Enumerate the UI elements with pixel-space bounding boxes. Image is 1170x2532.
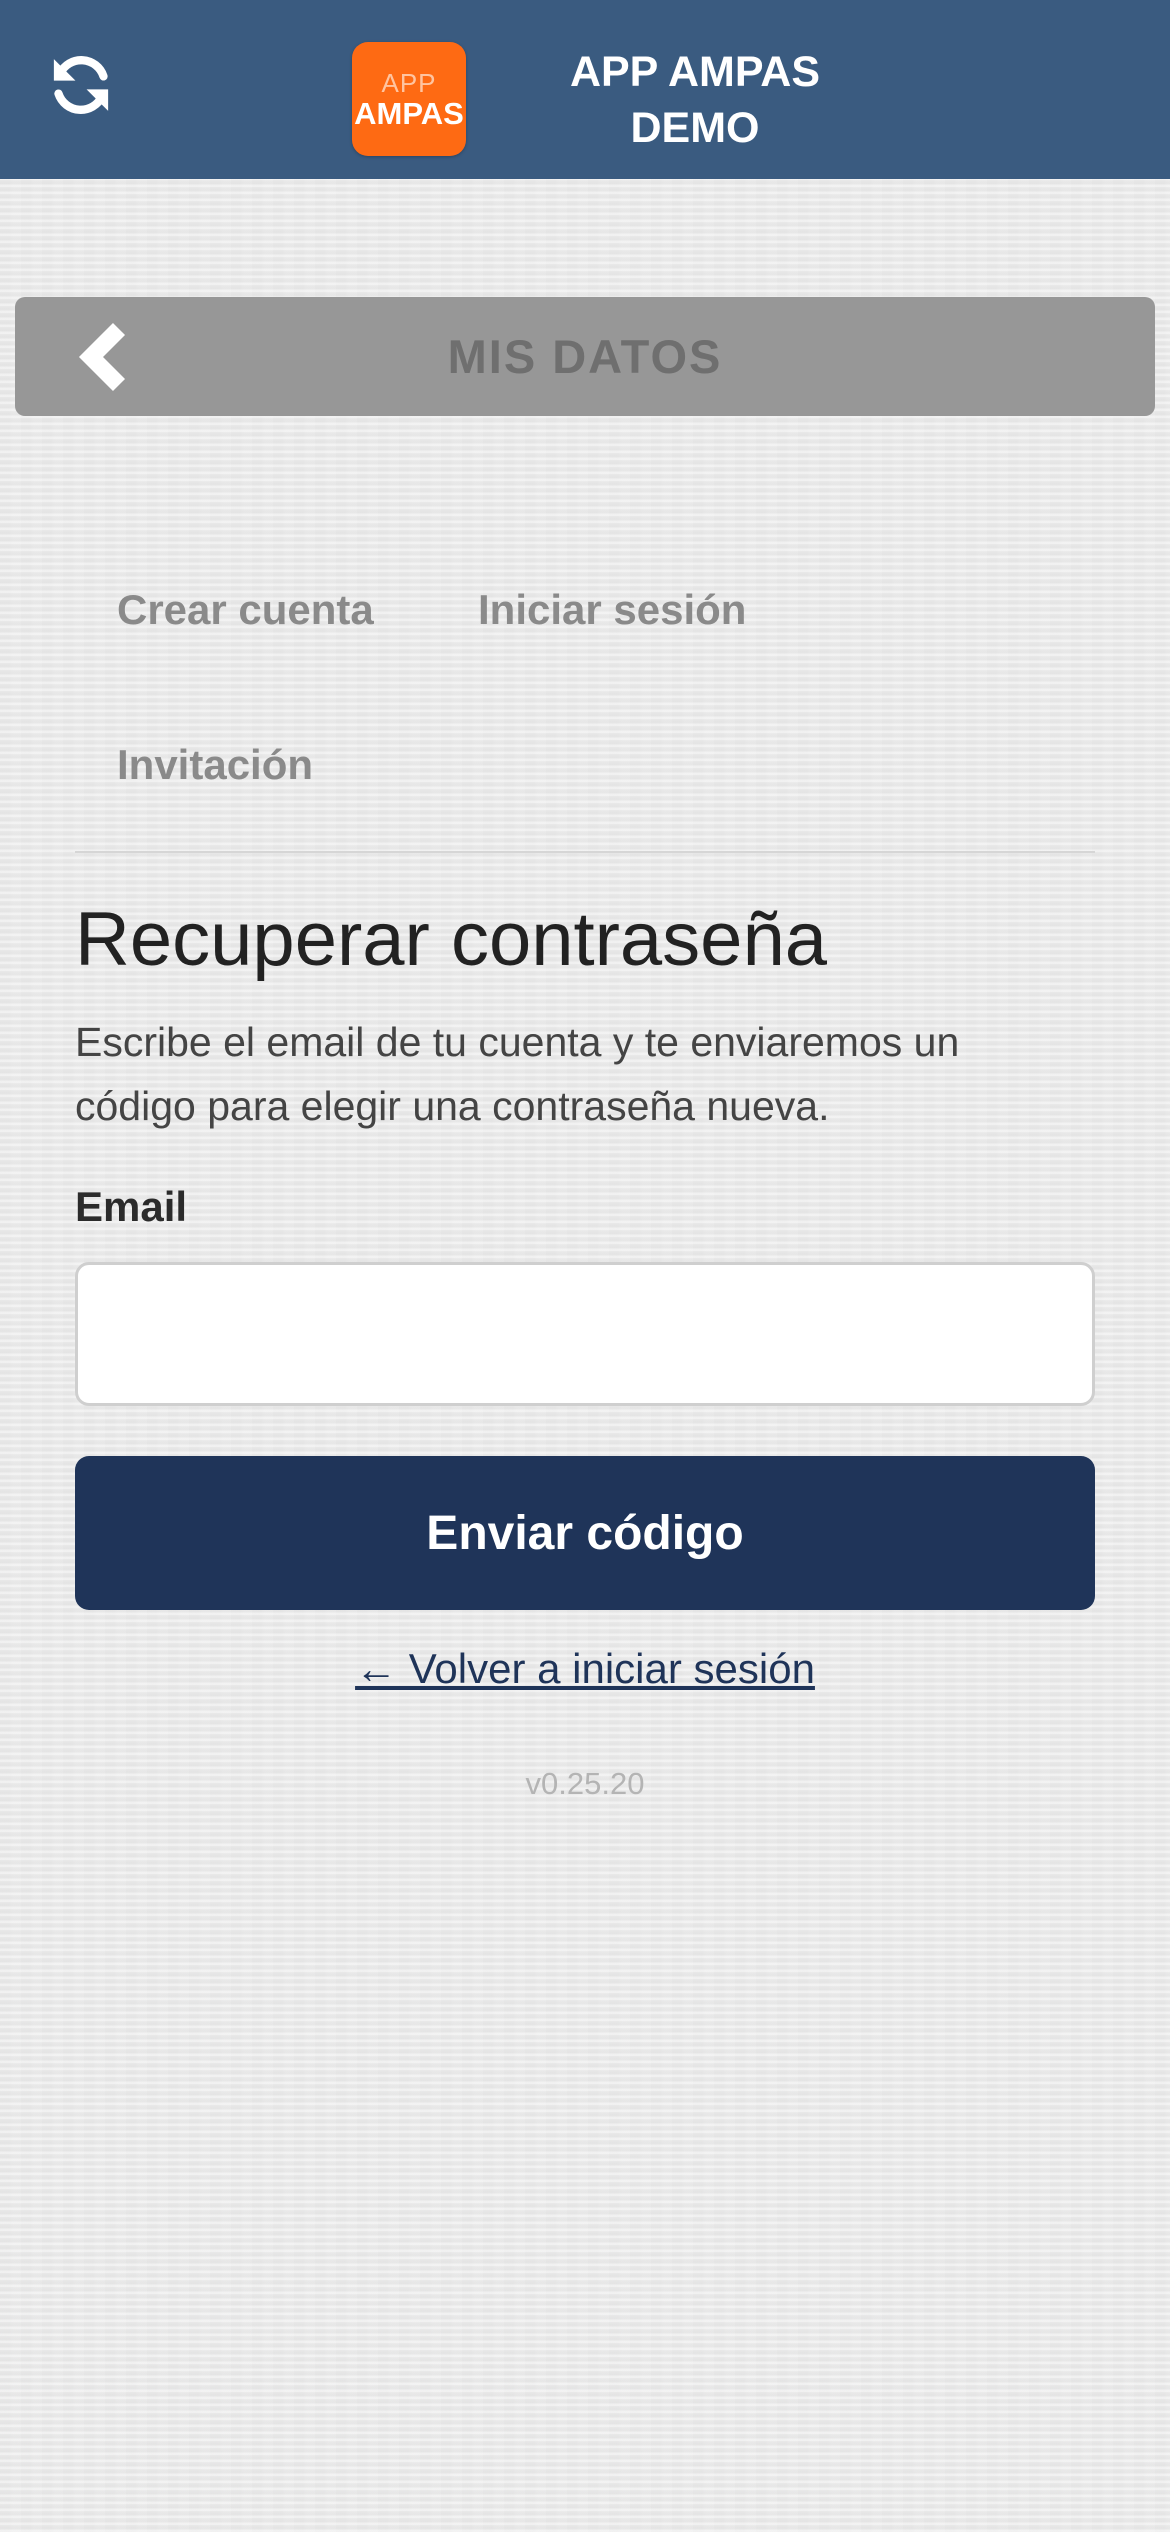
app-title: APP AMPAS DEMO: [520, 44, 870, 156]
page-title: Recuperar contraseña: [75, 897, 827, 982]
app-header: APP AMPAS APP AMPAS DEMO: [0, 0, 1170, 179]
section-title: MIS DATOS: [447, 330, 723, 383]
send-code-button[interactable]: Enviar código: [75, 1456, 1095, 1610]
logo-top-text: APP: [381, 67, 437, 98]
tabs-divider: [75, 851, 1095, 853]
tab-iniciar-sesion[interactable]: Iniciar sesión: [478, 586, 746, 634]
back-button[interactable]: [65, 317, 145, 397]
section-bar: MIS DATOS: [15, 297, 1155, 416]
tab-invitacion[interactable]: Invitación: [117, 741, 313, 789]
email-input[interactable]: [75, 1262, 1095, 1406]
version-label: v0.25.20: [525, 1766, 645, 1801]
back-to-login-link[interactable]: ← Volver a iniciar sesión: [0, 1645, 1170, 1693]
app-title-line1: APP AMPAS: [569, 48, 821, 96]
refresh-button[interactable]: [40, 44, 122, 126]
email-label: Email: [75, 1183, 188, 1230]
chevron-left-icon: [78, 322, 126, 392]
app-logo: APP AMPAS: [352, 42, 466, 156]
refresh-icon: [53, 56, 109, 114]
form-description: Escribe el email de tu cuenta y te envia…: [75, 1019, 960, 1129]
logo-bottom-text: AMPAS: [354, 95, 464, 131]
tab-crear-cuenta[interactable]: Crear cuenta: [117, 586, 374, 634]
app-title-line2: DEMO: [630, 104, 760, 152]
